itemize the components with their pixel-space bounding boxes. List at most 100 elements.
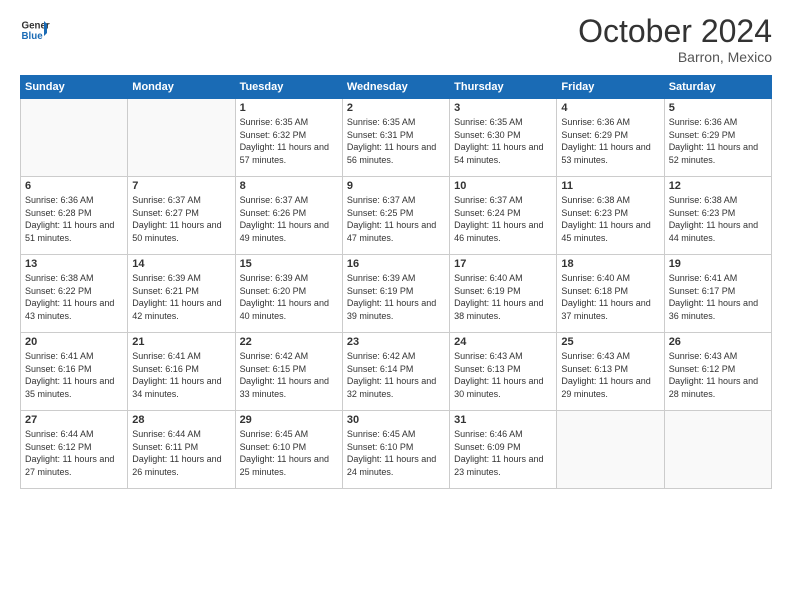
day-number: 7 xyxy=(132,180,230,192)
calendar-cell: 2 Sunrise: 6:35 AM Sunset: 6:31 PM Daylig… xyxy=(342,99,449,177)
day-info: Sunrise: 6:45 AM Sunset: 6:10 PM Dayligh… xyxy=(240,428,338,478)
day-number: 18 xyxy=(561,258,659,270)
month-title: October 2024 xyxy=(578,15,772,47)
calendar-cell: 28 Sunrise: 6:44 AM Sunset: 6:11 PM Dayli… xyxy=(128,411,235,489)
day-number: 28 xyxy=(132,414,230,426)
calendar-cell: 12 Sunrise: 6:38 AM Sunset: 6:23 PM Dayli… xyxy=(664,177,771,255)
calendar-week-row: 20 Sunrise: 6:41 AM Sunset: 6:16 PM Dayli… xyxy=(21,333,772,411)
day-number: 10 xyxy=(454,180,552,192)
calendar-cell: 11 Sunrise: 6:38 AM Sunset: 6:23 PM Dayli… xyxy=(557,177,664,255)
header: General Blue October 2024 Barron, Mexico xyxy=(20,15,772,65)
calendar-cell: 22 Sunrise: 6:42 AM Sunset: 6:15 PM Dayli… xyxy=(235,333,342,411)
day-number: 5 xyxy=(669,102,767,114)
day-info: Sunrise: 6:44 AM Sunset: 6:12 PM Dayligh… xyxy=(25,428,123,478)
calendar-header-row: SundayMondayTuesdayWednesdayThursdayFrid… xyxy=(21,76,772,99)
page: General Blue October 2024 Barron, Mexico… xyxy=(0,0,792,612)
calendar-week-row: 1Sunrise: 6:35 AM Sunset: 6:32 PM Daylig… xyxy=(21,99,772,177)
calendar-cell: 15Sunrise: 6:39 AM Sunset: 6:20 PM Dayli… xyxy=(235,255,342,333)
calendar-cell: 13Sunrise: 6:38 AM Sunset: 6:22 PM Dayli… xyxy=(21,255,128,333)
calendar-cell: 29 Sunrise: 6:45 AM Sunset: 6:10 PM Dayli… xyxy=(235,411,342,489)
calendar-cell: 20 Sunrise: 6:41 AM Sunset: 6:16 PM Dayli… xyxy=(21,333,128,411)
day-info: Sunrise: 6:35 AM Sunset: 6:32 PM Dayligh… xyxy=(240,116,338,166)
day-number: 21 xyxy=(132,336,230,348)
calendar-cell xyxy=(21,99,128,177)
day-number: 26 xyxy=(669,336,767,348)
day-info: Sunrise: 6:43 AM Sunset: 6:12 PM Dayligh… xyxy=(669,350,767,400)
calendar-week-row: 27Sunrise: 6:44 AM Sunset: 6:12 PM Dayli… xyxy=(21,411,772,489)
day-info: Sunrise: 6:38 AM Sunset: 6:22 PM Dayligh… xyxy=(25,272,123,322)
calendar-cell: 18 Sunrise: 6:40 AM Sunset: 6:18 PM Dayli… xyxy=(557,255,664,333)
day-info: Sunrise: 6:41 AM Sunset: 6:17 PM Dayligh… xyxy=(669,272,767,322)
day-number: 25 xyxy=(561,336,659,348)
day-number: 11 xyxy=(561,180,659,192)
day-info: Sunrise: 6:35 AM Sunset: 6:31 PM Dayligh… xyxy=(347,116,445,166)
calendar-cell: 16 Sunrise: 6:39 AM Sunset: 6:19 PM Dayli… xyxy=(342,255,449,333)
day-number: 16 xyxy=(347,258,445,270)
calendar-cell: 4 Sunrise: 6:36 AM Sunset: 6:29 PM Daylig… xyxy=(557,99,664,177)
calendar-day-header: Sunday xyxy=(21,76,128,99)
calendar-cell: 23Sunrise: 6:42 AM Sunset: 6:14 PM Dayli… xyxy=(342,333,449,411)
calendar-table: SundayMondayTuesdayWednesdayThursdayFrid… xyxy=(20,75,772,489)
calendar-cell xyxy=(128,99,235,177)
calendar-cell: 3 Sunrise: 6:35 AM Sunset: 6:30 PM Daylig… xyxy=(450,99,557,177)
day-info: Sunrise: 6:35 AM Sunset: 6:30 PM Dayligh… xyxy=(454,116,552,166)
day-info: Sunrise: 6:36 AM Sunset: 6:28 PM Dayligh… xyxy=(25,194,123,244)
day-number: 17 xyxy=(454,258,552,270)
day-info: Sunrise: 6:36 AM Sunset: 6:29 PM Dayligh… xyxy=(669,116,767,166)
calendar-day-header: Monday xyxy=(128,76,235,99)
day-number: 2 xyxy=(347,102,445,114)
calendar-cell: 5 Sunrise: 6:36 AM Sunset: 6:29 PM Daylig… xyxy=(664,99,771,177)
calendar-day-header: Wednesday xyxy=(342,76,449,99)
day-info: Sunrise: 6:43 AM Sunset: 6:13 PM Dayligh… xyxy=(454,350,552,400)
svg-text:Blue: Blue xyxy=(22,31,44,42)
calendar-cell: 10 Sunrise: 6:37 AM Sunset: 6:24 PM Dayli… xyxy=(450,177,557,255)
calendar-cell: 17Sunrise: 6:40 AM Sunset: 6:19 PM Dayli… xyxy=(450,255,557,333)
day-info: Sunrise: 6:40 AM Sunset: 6:18 PM Dayligh… xyxy=(561,272,659,322)
day-number: 4 xyxy=(561,102,659,114)
calendar-cell xyxy=(557,411,664,489)
day-number: 9 xyxy=(347,180,445,192)
calendar-day-header: Saturday xyxy=(664,76,771,99)
calendar-cell xyxy=(664,411,771,489)
day-number: 3 xyxy=(454,102,552,114)
day-info: Sunrise: 6:42 AM Sunset: 6:15 PM Dayligh… xyxy=(240,350,338,400)
calendar-cell: 30 Sunrise: 6:45 AM Sunset: 6:10 PM Dayli… xyxy=(342,411,449,489)
day-number: 23 xyxy=(347,336,445,348)
day-number: 22 xyxy=(240,336,338,348)
calendar-cell: 1Sunrise: 6:35 AM Sunset: 6:32 PM Daylig… xyxy=(235,99,342,177)
day-number: 12 xyxy=(669,180,767,192)
day-number: 29 xyxy=(240,414,338,426)
day-info: Sunrise: 6:39 AM Sunset: 6:21 PM Dayligh… xyxy=(132,272,230,322)
calendar-cell: 19 Sunrise: 6:41 AM Sunset: 6:17 PM Dayli… xyxy=(664,255,771,333)
day-number: 31 xyxy=(454,414,552,426)
day-info: Sunrise: 6:37 AM Sunset: 6:25 PM Dayligh… xyxy=(347,194,445,244)
calendar-cell: 8 Sunrise: 6:37 AM Sunset: 6:26 PM Daylig… xyxy=(235,177,342,255)
day-number: 8 xyxy=(240,180,338,192)
calendar-cell: 9 Sunrise: 6:37 AM Sunset: 6:25 PM Daylig… xyxy=(342,177,449,255)
title-area: October 2024 Barron, Mexico xyxy=(578,15,772,65)
day-info: Sunrise: 6:37 AM Sunset: 6:26 PM Dayligh… xyxy=(240,194,338,244)
calendar-cell: 25 Sunrise: 6:43 AM Sunset: 6:13 PM Dayli… xyxy=(557,333,664,411)
day-info: Sunrise: 6:38 AM Sunset: 6:23 PM Dayligh… xyxy=(561,194,659,244)
day-info: Sunrise: 6:45 AM Sunset: 6:10 PM Dayligh… xyxy=(347,428,445,478)
day-info: Sunrise: 6:37 AM Sunset: 6:24 PM Dayligh… xyxy=(454,194,552,244)
location: Barron, Mexico xyxy=(578,49,772,65)
calendar-day-header: Thursday xyxy=(450,76,557,99)
day-info: Sunrise: 6:41 AM Sunset: 6:16 PM Dayligh… xyxy=(25,350,123,400)
day-info: Sunrise: 6:44 AM Sunset: 6:11 PM Dayligh… xyxy=(132,428,230,478)
day-info: Sunrise: 6:39 AM Sunset: 6:19 PM Dayligh… xyxy=(347,272,445,322)
day-info: Sunrise: 6:36 AM Sunset: 6:29 PM Dayligh… xyxy=(561,116,659,166)
calendar-cell: 14Sunrise: 6:39 AM Sunset: 6:21 PM Dayli… xyxy=(128,255,235,333)
day-number: 15 xyxy=(240,258,338,270)
calendar-cell: 27Sunrise: 6:44 AM Sunset: 6:12 PM Dayli… xyxy=(21,411,128,489)
day-info: Sunrise: 6:46 AM Sunset: 6:09 PM Dayligh… xyxy=(454,428,552,478)
logo: General Blue xyxy=(20,15,50,45)
day-number: 30 xyxy=(347,414,445,426)
calendar-cell: 31 Sunrise: 6:46 AM Sunset: 6:09 PM Dayli… xyxy=(450,411,557,489)
calendar-cell: 21Sunrise: 6:41 AM Sunset: 6:16 PM Dayli… xyxy=(128,333,235,411)
day-number: 20 xyxy=(25,336,123,348)
day-number: 19 xyxy=(669,258,767,270)
day-info: Sunrise: 6:43 AM Sunset: 6:13 PM Dayligh… xyxy=(561,350,659,400)
day-info: Sunrise: 6:38 AM Sunset: 6:23 PM Dayligh… xyxy=(669,194,767,244)
day-number: 6 xyxy=(25,180,123,192)
